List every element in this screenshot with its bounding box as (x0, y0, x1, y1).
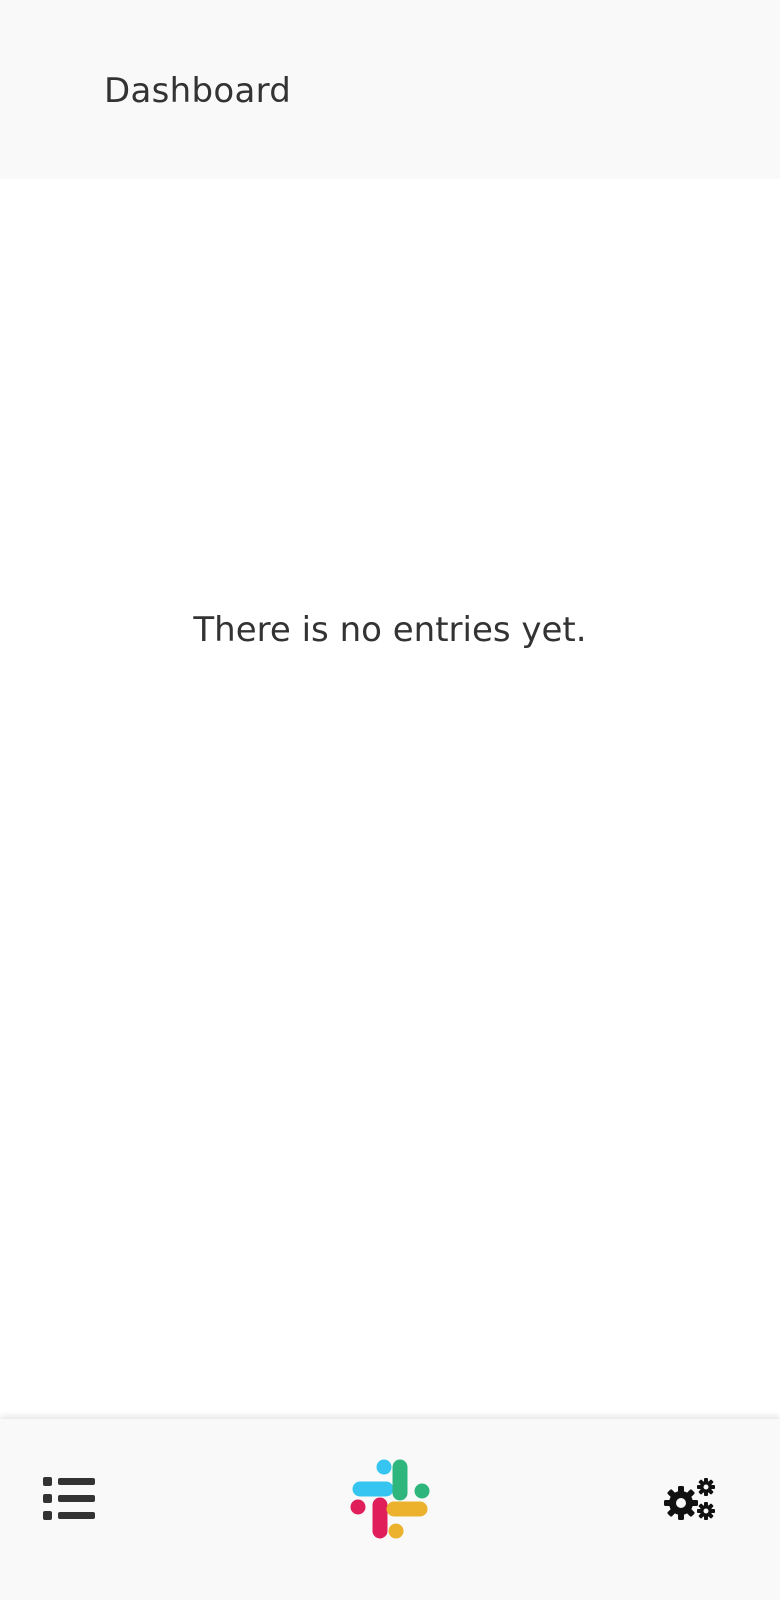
nav-entries-list-button[interactable] (30, 1459, 110, 1539)
page-title: Dashboard (104, 71, 292, 111)
cogs-icon (664, 1478, 715, 1520)
nav-settings-button[interactable] (650, 1459, 730, 1539)
bottom-navigation-bar (0, 1419, 780, 1600)
main-content: There is no entries yet. (0, 179, 780, 1419)
slack-logo-icon (350, 1459, 430, 1539)
list-icon (43, 1477, 95, 1520)
nav-slack-home-button[interactable] (340, 1449, 440, 1549)
top-app-bar: Dashboard (0, 0, 780, 179)
empty-state-message: There is no entries yet. (193, 610, 587, 650)
app-root: Dashboard There is no entries yet. (0, 0, 780, 1600)
